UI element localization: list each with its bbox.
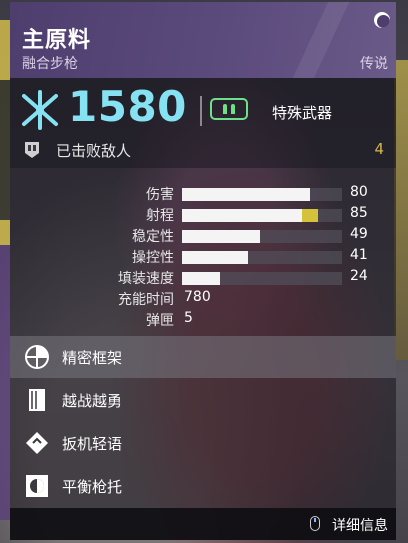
stats-list: 伤害 80 射程 85 稳定性 49 操控性 41 填装速度 24 充能时间 7… [10, 176, 396, 336]
stat-bar-mod [302, 209, 318, 222]
perk-label: 平衡枪托 [62, 478, 123, 496]
power-level: 1580 [68, 82, 187, 131]
stat-label: 充能时间 [118, 292, 174, 308]
stat-value: 85 [350, 205, 368, 221]
stat-value: 780 [184, 289, 211, 305]
stat-label: 伤害 [146, 187, 174, 203]
stat-range: 射程 85 [10, 205, 396, 225]
stat-bar-fill [182, 272, 220, 285]
stat-charge-time: 充能时间 780 [10, 289, 396, 309]
perk-triggered-whisper[interactable]: 扳机轻语 [10, 422, 396, 464]
stat-bar [182, 188, 342, 201]
perk-precision-frame[interactable]: 精密框架 [10, 336, 396, 378]
tooltip-footer: 详细信息 [10, 508, 396, 540]
triggered-whisper-icon [26, 432, 48, 454]
stat-bar [182, 272, 342, 285]
stat-bar [182, 230, 342, 243]
arc-element-icon [22, 90, 58, 130]
ammo-type: 特殊武器 [272, 104, 333, 122]
stat-value: 5 [184, 310, 193, 326]
weapon-tooltip: 主原料 融合步枪 传说 1580 特殊武器 已击败敌人 4 伤害 80 射程 8… [10, 2, 396, 540]
perk-label: 扳机轻语 [62, 435, 123, 453]
stat-magazine: 弹匣 5 [10, 310, 396, 330]
stat-value: 41 [350, 247, 368, 263]
power-row: 1580 特殊武器 已击败敌人 4 [10, 78, 396, 168]
stat-label: 弹匣 [146, 313, 174, 329]
precision-frame-icon [25, 345, 49, 369]
details-button[interactable]: 详细信息 [332, 515, 388, 535]
stat-label: 操控性 [132, 250, 174, 266]
stat-label: 填装速度 [118, 271, 174, 287]
stat-value: 49 [350, 226, 368, 242]
tooltip-body: 1580 特殊武器 已击败敌人 4 伤害 80 射程 85 稳定性 49 操控性… [10, 78, 396, 540]
rampage-icon [29, 389, 45, 411]
stat-bar-fill [182, 209, 302, 222]
stat-bar [182, 251, 342, 264]
perk-rampage[interactable]: 越战越勇 [10, 379, 396, 421]
stat-label: 稳定性 [132, 229, 174, 245]
stat-handling: 操控性 41 [10, 247, 396, 267]
stat-bar-fill [182, 230, 260, 243]
header-decoration [286, 2, 356, 78]
moon-icon [374, 12, 390, 28]
stat-bar-fill [182, 251, 248, 264]
stat-reload: 填装速度 24 [10, 268, 396, 288]
stat-value: 80 [350, 184, 368, 200]
divider [200, 96, 202, 126]
balanced-stock-icon [26, 475, 48, 497]
weapon-rarity: 传说 [360, 56, 388, 72]
stat-label: 射程 [146, 208, 174, 224]
weapon-type: 融合步枪 [22, 56, 78, 72]
stat-bar [182, 209, 342, 222]
kill-tracker-icon [25, 142, 39, 158]
perk-label: 越战越勇 [62, 392, 123, 410]
kills-label: 已击败敌人 [56, 142, 132, 160]
stat-bar-fill [182, 188, 310, 201]
perk-label: 精密框架 [62, 349, 123, 367]
perk-balanced-stock[interactable]: 平衡枪托 [10, 465, 396, 507]
stat-impact: 伤害 80 [10, 184, 396, 204]
special-ammo-icon [210, 98, 248, 120]
tooltip-header: 主原料 融合步枪 传说 [10, 2, 396, 78]
kills-value: 4 [374, 140, 384, 158]
perks-list: 精密框架 越战越勇 扳机轻语 平衡枪托 [10, 336, 396, 508]
background-left-strip [0, 20, 10, 520]
stat-value: 24 [350, 268, 368, 284]
mouse-icon [310, 516, 320, 531]
weapon-name: 主原料 [22, 28, 92, 53]
background-right-strip [394, 60, 408, 360]
stat-stability: 稳定性 49 [10, 226, 396, 246]
